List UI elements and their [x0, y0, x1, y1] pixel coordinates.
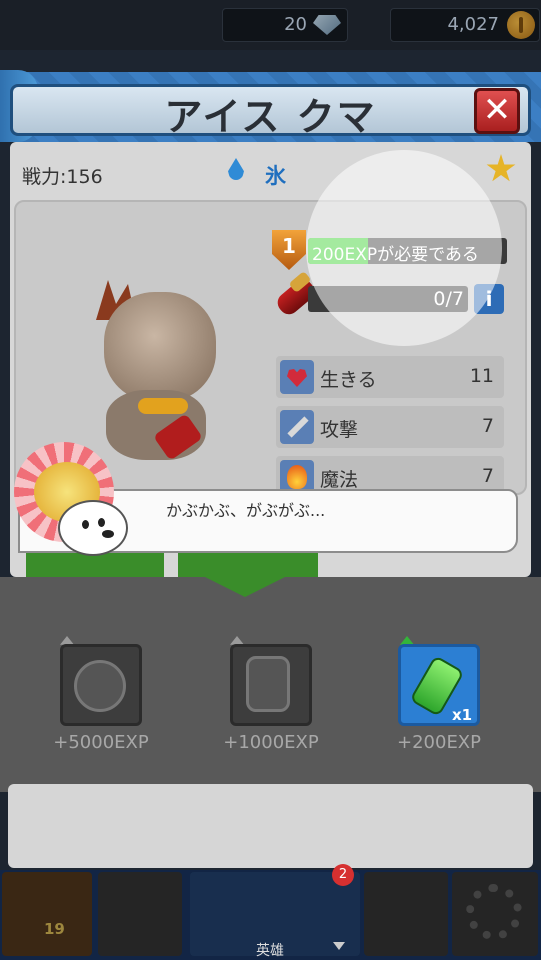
- stat-row-life: 生きる 11: [276, 356, 504, 398]
- dialog-text: かぶかぶ、がぶがぶ...: [166, 501, 326, 520]
- gold-value: 4,027: [447, 14, 499, 35]
- stat-label: 攻撃: [320, 419, 359, 441]
- item-exp-label: +5000EXP: [53, 732, 149, 753]
- coin-icon: [507, 11, 535, 39]
- stat-value: 11: [469, 365, 494, 387]
- exp-requirement: 200EXPが必要である: [312, 245, 479, 265]
- gems-counter[interactable]: 20: [222, 8, 348, 42]
- info-button[interactable]: i: [474, 284, 504, 314]
- shard-count: 0/7: [433, 288, 464, 310]
- item-exp-label: +1000EXP: [223, 732, 319, 753]
- gold-counter[interactable]: 4,027: [390, 8, 540, 42]
- empty-panel: [8, 784, 533, 868]
- page-title: アイス クマ: [164, 95, 377, 139]
- jar-potion-icon: [246, 656, 290, 712]
- stat-label: 魔法: [320, 469, 359, 491]
- level-number: 1: [282, 234, 296, 258]
- stat-label: 生きる: [320, 369, 377, 391]
- element-label: 氷: [265, 164, 286, 188]
- stat-value: 7: [481, 415, 494, 437]
- stat-value: 7: [481, 465, 494, 487]
- heroes-badge: 2: [332, 864, 354, 886]
- close-button[interactable]: ✕: [474, 88, 520, 134]
- gem-icon: [313, 15, 341, 35]
- speaker-portrait: [14, 442, 132, 560]
- item-quantity: x1: [452, 706, 473, 724]
- gems-value: 20: [284, 14, 307, 35]
- stat-row-attack: 攻撃 7: [276, 406, 504, 448]
- sword-icon: [280, 410, 314, 444]
- gourd-potion-icon: [74, 660, 126, 712]
- heart-icon: [280, 360, 314, 394]
- item-exp-label: +200EXP: [397, 732, 481, 753]
- power-label: 戦力:156: [22, 166, 103, 188]
- heroes-label: 英雄: [256, 943, 284, 959]
- tab-level-up[interactable]: [178, 553, 318, 577]
